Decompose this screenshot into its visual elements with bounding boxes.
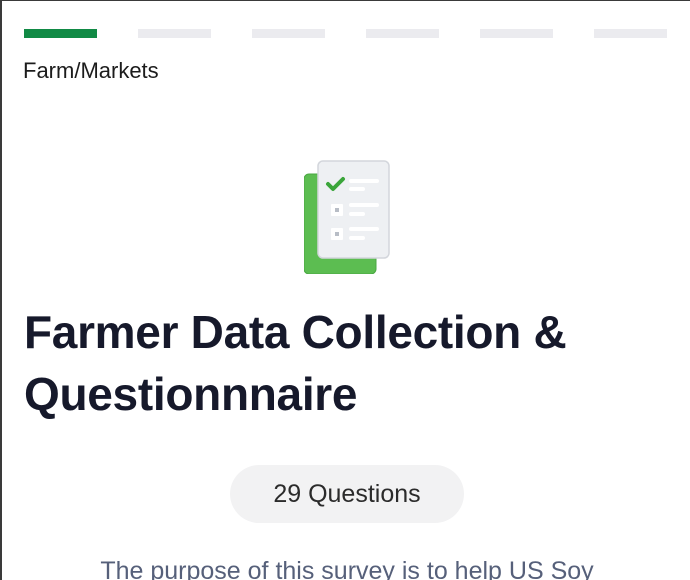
step-progress-bar bbox=[24, 29, 668, 38]
survey-intro-screen: Farm/Markets Farmer Data Collection & Qu bbox=[0, 0, 690, 580]
progress-segment-5 bbox=[480, 29, 553, 38]
survey-category-label: Farm/Markets bbox=[23, 58, 159, 83]
progress-segment-3 bbox=[252, 29, 325, 38]
checklist-clipboard-icon bbox=[303, 160, 390, 275]
survey-title: Farmer Data Collection & Questionnnaire bbox=[24, 306, 567, 420]
question-count-label: 29 Questions bbox=[273, 479, 421, 508]
progress-segment-6 bbox=[594, 29, 667, 38]
progress-segment-1 bbox=[24, 29, 97, 38]
progress-segment-2 bbox=[138, 29, 211, 38]
question-count-badge: 29 Questions bbox=[230, 465, 464, 523]
survey-description: The purpose of this survey is to help US… bbox=[100, 557, 594, 580]
progress-segment-4 bbox=[366, 29, 439, 38]
